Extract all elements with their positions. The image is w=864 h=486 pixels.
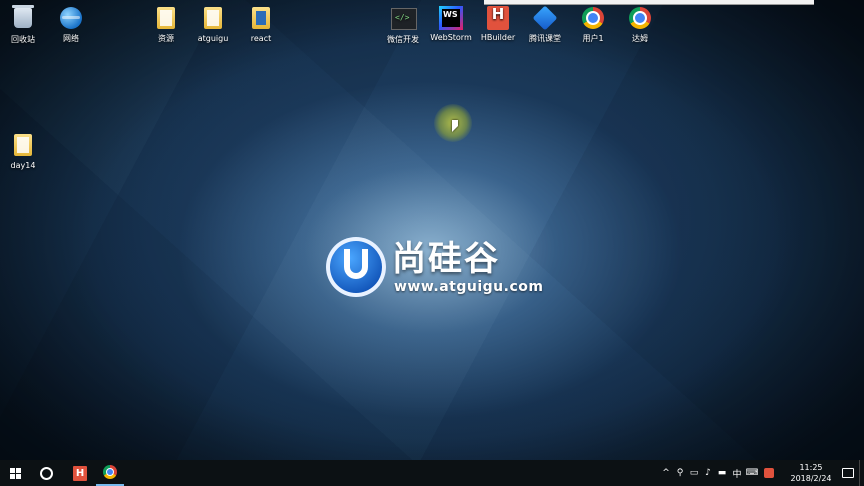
show-hidden-icons-chevron-up-icon[interactable]: ^: [659, 468, 673, 478]
desktop-icon-label: 资源: [158, 34, 174, 43]
desktop-icon-hbuilder[interactable]: HBuilder: [475, 6, 521, 43]
taskbar-app-hbuilder[interactable]: H: [66, 460, 94, 486]
chrome-icon: [103, 465, 117, 479]
search-circle-icon: [39, 466, 53, 480]
cortana-search-button[interactable]: [34, 460, 58, 486]
network-status-icon[interactable]: ▭: [687, 468, 701, 478]
windows-logo-icon: [9, 467, 21, 479]
folder-icon: [157, 7, 175, 29]
recycle-bin-icon: [12, 5, 34, 28]
wallpaper-vignette: [0, 0, 864, 460]
notification-icon: [842, 468, 854, 478]
taskbar: H ^ ⚲ ▭ ♪ ▬ 中 ⌨ 11:25 2018/2/24: [0, 460, 864, 486]
folder-icon: [204, 7, 222, 29]
action-center-button[interactable]: [837, 468, 859, 478]
desktop-icon-label: 腾讯课堂: [529, 34, 561, 43]
desktop-icon-user1[interactable]: 用户1: [570, 6, 616, 44]
desktop: 回收站 网络 资源 atguigu react 微信开发 WebStorm HB…: [0, 0, 864, 460]
logo-u-icon: [326, 237, 386, 297]
ime-indicator[interactable]: 中: [729, 467, 745, 480]
network-icon: [60, 7, 82, 29]
desktop-icon-day14[interactable]: day14: [0, 133, 46, 171]
desktop-icon-resources[interactable]: 资源: [143, 6, 189, 44]
desktop-icon-label: day14: [10, 161, 36, 170]
desktop-icon-label: 回收站: [11, 35, 35, 44]
chrome-icon: [582, 7, 604, 29]
desktop-icon-label: react: [250, 34, 272, 43]
desktop-icon-webstorm[interactable]: WebStorm: [428, 6, 474, 43]
desktop-icon-label: 达姆: [632, 34, 648, 43]
desktop-icon-label: HBuilder: [480, 33, 516, 42]
desktop-icon-react[interactable]: react: [238, 6, 284, 44]
desktop-icon-label: 用户1: [582, 34, 604, 43]
tencent-classroom-icon: [532, 5, 558, 31]
desktop-icon-damu[interactable]: 达姆: [617, 6, 663, 44]
chrome-icon: [629, 7, 651, 29]
desktop-icon-recycle-bin[interactable]: 回收站: [0, 5, 46, 45]
document-icon: [252, 7, 270, 29]
battery-icon[interactable]: ▬: [715, 468, 729, 478]
logo-url-text: www.atguigu.com: [394, 279, 544, 295]
folder-icon: [14, 134, 32, 156]
clock-date: 2018/2/24: [790, 474, 832, 483]
desktop-icon-label: atguigu: [197, 34, 229, 43]
desktop-icon-label: 微信开发: [387, 35, 419, 44]
start-button[interactable]: [0, 460, 30, 486]
system-tray: ^ ⚲ ▭ ♪ ▬ 中 ⌨ 11:25 2018/2/24: [659, 460, 864, 486]
keyboard-icon[interactable]: ⌨: [745, 468, 759, 478]
mouse-pointer-icon: [452, 120, 458, 132]
taskbar-app-chrome[interactable]: [96, 460, 124, 486]
desktop-icon-wechat-dev[interactable]: 微信开发: [380, 6, 426, 45]
webstorm-icon: [439, 6, 463, 30]
desktop-icon-network[interactable]: 网络: [48, 6, 94, 44]
atguigu-logo: 尚硅谷 www.atguigu.com: [326, 237, 543, 301]
hbuilder-icon: [487, 6, 509, 30]
window-edge: [484, 0, 814, 5]
wechat-devtools-icon: [391, 8, 417, 30]
volume-icon[interactable]: ♪: [701, 468, 715, 478]
logo-chinese-text: 尚硅谷: [392, 239, 500, 279]
desktop-icon-tencent-classroom[interactable]: 腾讯课堂: [522, 5, 568, 44]
clock[interactable]: 11:25 2018/2/24: [785, 462, 837, 484]
usb-icon[interactable]: ⚲: [673, 468, 687, 478]
desktop-icon-atguigu[interactable]: atguigu: [190, 6, 236, 44]
desktop-icon-label: WebStorm: [430, 33, 472, 42]
clock-time: 11:25: [799, 463, 823, 472]
show-desktop-button[interactable]: [859, 460, 864, 486]
desktop-icon-label: 网络: [63, 34, 79, 43]
hbuilder-icon: H: [73, 465, 87, 481]
html5-tray-icon[interactable]: [764, 468, 774, 478]
